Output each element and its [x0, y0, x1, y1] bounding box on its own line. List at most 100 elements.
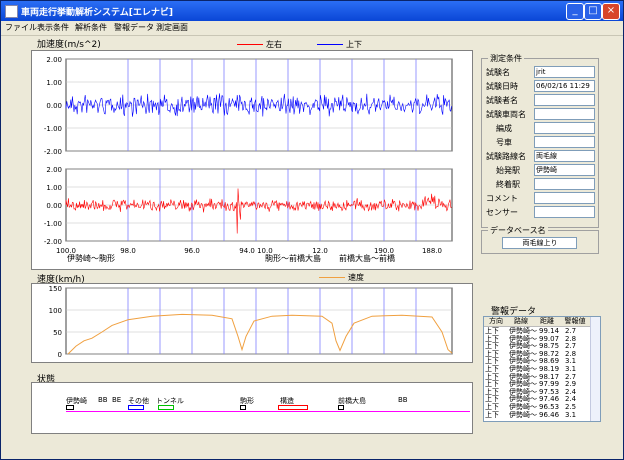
- condition-field[interactable]: [534, 122, 595, 134]
- y-tick-label: 2.00: [46, 56, 62, 64]
- accel-panel: 2.00 1.00 0.00 -1.00 -2.00 2.00 1.00 0.00 -1.00 -…: [31, 50, 473, 270]
- status-marker: [338, 405, 344, 410]
- y-tick-label: 0.00: [46, 202, 62, 210]
- condition-label: センサー: [486, 208, 518, 217]
- condition-field[interactable]: [534, 178, 595, 190]
- alarm-row-cell: 伊勢崎～: [509, 410, 537, 419]
- alarm-scrollbar[interactable]: [590, 317, 600, 421]
- alarm-list[interactable]: 方向 路線 距離 警報値 上下 伊勢崎～ 99.14 2.7 上下 伊勢崎～ 99.07 2.…: [483, 316, 601, 422]
- status-item: BB: [398, 396, 408, 404]
- condition-label: コメント: [486, 194, 518, 203]
- y-tick-label: -1.00: [44, 220, 62, 228]
- alarm-row-cell: 99.14: [539, 327, 560, 335]
- menu-alarm[interactable]: 警報データ: [114, 22, 154, 33]
- database-name-field[interactable]: 両毛線上り: [502, 237, 577, 249]
- alarm-row-cell: 2.5: [565, 403, 577, 411]
- condition-label: 編成: [496, 124, 512, 133]
- database-title: データベース名: [488, 225, 548, 236]
- y-tick-label: 1.00: [46, 184, 62, 192]
- condition-field[interactable]: [534, 192, 595, 204]
- condition-label: 終着駅: [496, 180, 520, 189]
- status-marker: [128, 405, 144, 410]
- condition-field[interactable]: [534, 206, 595, 218]
- alarm-header-value[interactable]: 警報値: [560, 317, 591, 327]
- alarm-row-cell: 上下: [485, 365, 499, 373]
- condition-label: 始発駅: [496, 166, 520, 175]
- conditions-title: 測定条件: [488, 53, 524, 64]
- alarm-header-distance[interactable]: 距離: [534, 317, 561, 327]
- condition-label: 号車: [496, 138, 512, 147]
- conditions-group: 測定条件 試験名 jrit 試験日時 06/02/16 11:29 試験者名試験車両名編…: [481, 53, 599, 228]
- y-tick-label: -1.00: [44, 125, 62, 133]
- alarm-header-line[interactable]: 路線: [508, 317, 535, 327]
- status-item: BE: [112, 396, 122, 404]
- km-tick-label: 98.0: [120, 247, 136, 255]
- condition-field[interactable]: jrit: [534, 66, 595, 78]
- legend-vertical: 上下: [317, 39, 362, 50]
- section-label-1: 伊勢崎～駒形: [67, 254, 115, 263]
- condition-field[interactable]: [534, 108, 595, 120]
- alarm-row-cell: 伊勢崎～: [509, 365, 537, 373]
- section-label-3: 前橋大島～前橋: [339, 254, 395, 263]
- y-tick-label: -2.00: [44, 238, 62, 246]
- condition-label: 試験路線名: [486, 152, 526, 161]
- status-marker: [66, 405, 74, 410]
- y-tick-label: 100: [49, 307, 62, 315]
- y-tick-label: 0: [58, 351, 62, 359]
- title-bar[interactable]: 車両走行挙動解析システム[エレナビ] _ □ ×: [1, 1, 623, 21]
- alarm-row-cell: 伊勢崎～: [509, 403, 537, 411]
- menu-measure[interactable]: 測定画面: [156, 22, 188, 33]
- condition-field[interactable]: 両毛線: [534, 150, 595, 162]
- close-button[interactable]: ×: [602, 3, 620, 20]
- km-tick-label: 188.0: [422, 247, 442, 255]
- condition-label: 試験者名: [486, 96, 518, 105]
- status-panel: 伊勢崎 BB BE その他 トンネル 駒形 構造 前橋大島 BB: [31, 382, 473, 434]
- minimize-button[interactable]: _: [566, 3, 584, 20]
- status-marker: [240, 405, 246, 410]
- database-group: データベース名 両毛線上り: [481, 225, 599, 254]
- y-tick-label: 150: [49, 285, 62, 293]
- status-item: BB: [98, 396, 108, 404]
- condition-field[interactable]: [534, 136, 595, 148]
- alarm-row-cell: 上下: [485, 327, 499, 335]
- accel-chart: 2.00 1.00 0.00 -1.00 -2.00 2.00 1.00 0.00 -1.00 -…: [44, 56, 453, 255]
- alarm-row-cell: 2.7: [565, 327, 577, 335]
- alarm-header-direction[interactable]: 方向: [484, 317, 509, 327]
- speed-panel: 150 100 50 0: [31, 283, 473, 363]
- app-icon: [5, 5, 18, 18]
- menu-analysis[interactable]: 解析条件: [75, 22, 107, 33]
- y-tick-label: 2.00: [46, 166, 62, 174]
- legend-speed: 速度: [319, 272, 364, 283]
- alarm-row-cell: 3.1: [565, 410, 577, 419]
- km-tick-label: 96.0: [184, 247, 200, 255]
- condition-field[interactable]: 伊勢崎: [534, 164, 595, 176]
- menu-bar: ファイル 表示条件 解析条件 警報データ 測定画面: [1, 21, 623, 36]
- section-label-2: 駒形～前橋大島: [265, 254, 321, 263]
- menu-display[interactable]: 表示条件: [37, 22, 69, 33]
- client-area: 加速度(m/s^2) 左右 上下 2.00 1.00 0.00 -1.00 -2.00 2…: [1, 36, 623, 459]
- accel-title: 加速度(m/s^2): [37, 40, 101, 50]
- status-marker: [158, 405, 174, 410]
- alarm-row-cell: 上下: [485, 410, 499, 419]
- speed-chart: 150 100 50 0: [49, 285, 453, 359]
- window-title: 車両走行挙動解析システム[エレナビ]: [21, 8, 173, 18]
- y-tick-label: 0.00: [46, 102, 62, 110]
- y-tick-label: 1.00: [46, 79, 62, 87]
- menu-file[interactable]: ファイル: [5, 22, 37, 33]
- app-window: 車両走行挙動解析システム[エレナビ] _ □ × ファイル 表示条件 解析条件 …: [0, 0, 624, 460]
- alarm-row-cell: 98.19: [539, 365, 560, 373]
- alarm-row-cell: 96.53: [539, 403, 560, 411]
- y-tick-label: 50: [53, 329, 62, 337]
- condition-field[interactable]: [534, 94, 595, 106]
- condition-label: 試験名: [486, 68, 510, 77]
- status-marker: [278, 405, 308, 410]
- alarm-row-cell: 上下: [485, 403, 499, 411]
- alarm-row-cell: 伊勢崎～: [509, 327, 537, 335]
- condition-label: 試験車両名: [486, 110, 526, 119]
- alarm-row-cell: 96.46: [539, 410, 560, 419]
- condition-field[interactable]: 06/02/16 11:29: [534, 80, 595, 92]
- maximize-button[interactable]: □: [584, 3, 602, 20]
- alarm-row-cell: 3.1: [565, 365, 577, 373]
- y-tick-label: -2.00: [44, 148, 62, 156]
- condition-label: 試験日時: [486, 82, 518, 91]
